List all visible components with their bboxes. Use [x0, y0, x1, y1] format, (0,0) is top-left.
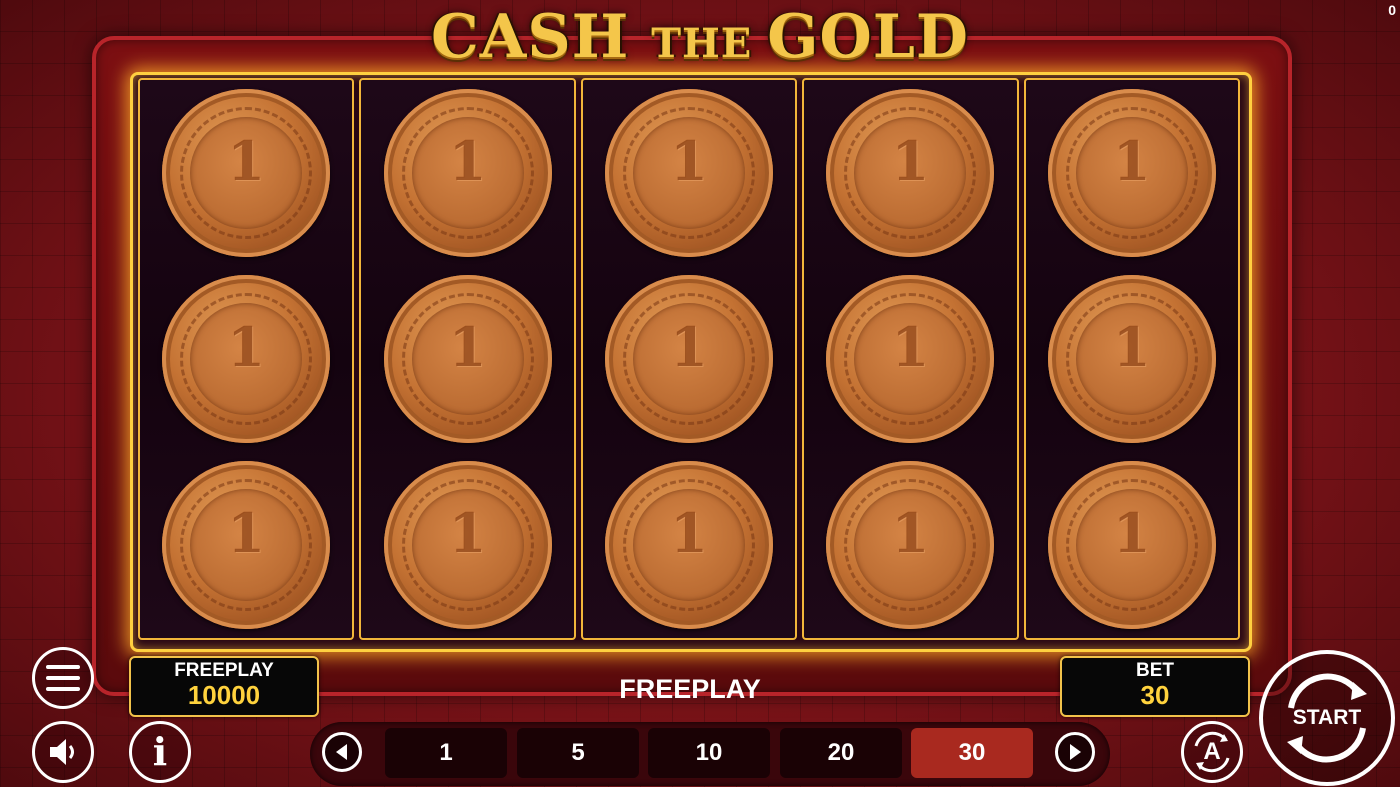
- coin-symbol: 1: [1047, 275, 1216, 443]
- coin-symbol: 1: [605, 275, 774, 443]
- sound-icon: [50, 739, 74, 765]
- bet-prev-button[interactable]: [322, 732, 362, 772]
- title-word-2: THE: [651, 20, 768, 67]
- coin-symbol: 1: [826, 89, 995, 257]
- reel-3: 1 1 1: [580, 78, 798, 640]
- bet-option-10[interactable]: 10: [648, 728, 770, 778]
- bet-option-20[interactable]: 20: [780, 728, 902, 778]
- coin-value: 1: [1113, 501, 1151, 565]
- coin-symbol: 1: [605, 461, 774, 629]
- autoplay-letter: A: [1203, 738, 1221, 765]
- balance-label: FREEPLAY: [174, 660, 274, 681]
- info-icon: i: [152, 729, 168, 774]
- coin-symbol: 1: [162, 275, 331, 443]
- bet-option-5[interactable]: 5: [517, 728, 639, 778]
- status-text: FREEPLAY: [619, 674, 761, 704]
- info-button[interactable]: i: [129, 721, 191, 783]
- start-label: START: [1292, 706, 1362, 729]
- sound-button[interactable]: [32, 721, 94, 783]
- coin-value: 1: [1113, 315, 1151, 379]
- coin-symbol: 1: [1047, 461, 1216, 629]
- balance-box: FREEPLAY 10000: [129, 656, 319, 717]
- bet-next-button[interactable]: [1055, 732, 1095, 772]
- prev-arrow-icon: [336, 744, 347, 760]
- coin-value: 1: [448, 501, 487, 565]
- balance-value: 10000: [187, 680, 261, 710]
- title-word-3: GOLD: [767, 2, 969, 72]
- coin-symbol: 1: [383, 461, 552, 629]
- menu-icon: [46, 665, 80, 691]
- bet-value: 30: [1140, 680, 1170, 710]
- coin-symbol: 1: [826, 275, 995, 443]
- coin-symbol: 1: [1047, 89, 1216, 257]
- coin-value: 1: [891, 315, 930, 379]
- coin-symbol: 1: [162, 461, 331, 629]
- reel-2: 1 1 1: [359, 78, 576, 640]
- reel-5: 1 1 1: [1023, 78, 1241, 640]
- bet-label: BET: [1136, 660, 1174, 681]
- reel-4: 1 1 1: [802, 78, 1019, 640]
- coin-value: 1: [670, 315, 708, 379]
- next-arrow-icon: [1070, 744, 1081, 760]
- coin-value: 1: [227, 501, 265, 565]
- bet-box: BET 30: [1060, 656, 1250, 717]
- coin-value: 1: [448, 315, 487, 379]
- coin-value: 1: [227, 129, 265, 193]
- coin-value: 1: [891, 501, 930, 565]
- reels-area: 1 1 1 1 1 1 1 1 1 1 1 1 1 1 1: [138, 78, 1241, 640]
- title-word-1: CASH: [431, 2, 652, 72]
- bet-option-30[interactable]: 30: [911, 728, 1033, 778]
- coin-value: 1: [670, 129, 708, 193]
- bet-option-1[interactable]: 1: [385, 728, 507, 778]
- coin-value: 1: [670, 501, 708, 565]
- start-spin-button[interactable]: START: [1259, 650, 1395, 786]
- coin-value: 1: [227, 315, 265, 379]
- menu-button[interactable]: [32, 647, 94, 709]
- coin-symbol: 1: [162, 89, 331, 257]
- coin-value: 1: [448, 129, 487, 193]
- coin-symbol: 1: [826, 461, 995, 629]
- coin-value: 1: [1113, 129, 1151, 193]
- coin-symbol: 1: [383, 275, 552, 443]
- reel-1: 1 1 1: [138, 78, 355, 640]
- autoplay-button[interactable]: A: [1181, 721, 1243, 783]
- coin-value: 1: [891, 129, 930, 193]
- coin-symbol: 1: [383, 89, 552, 257]
- game-title-logo: CASH THE GOLD: [0, 2, 1400, 72]
- coin-symbol: 1: [605, 89, 774, 257]
